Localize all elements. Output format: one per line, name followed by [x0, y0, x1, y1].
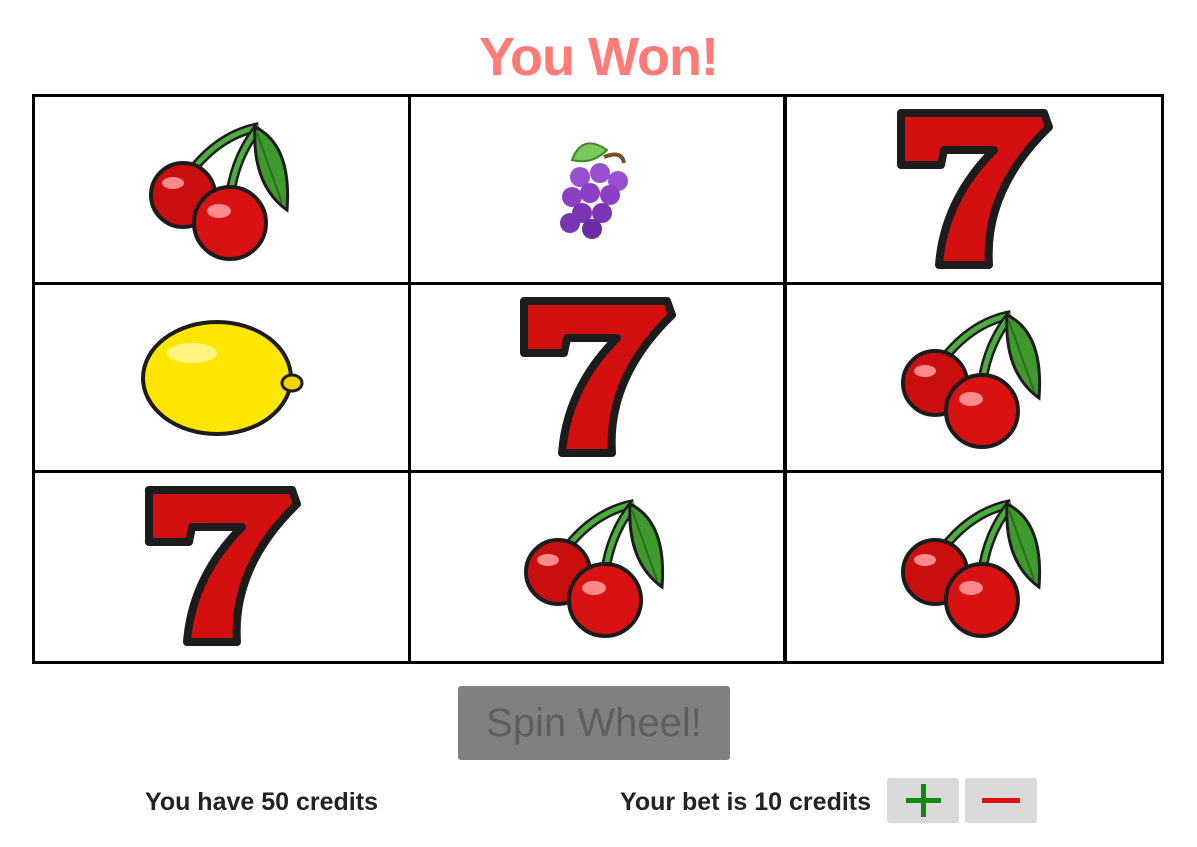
cherry-icon: [524, 499, 665, 638]
result-title: You Won!: [479, 27, 719, 87]
seven-icon: [520, 296, 676, 457]
spin-wheel-button[interactable]: Spin Wheel!: [458, 686, 730, 760]
cherry-icon: [901, 309, 1042, 449]
grapes-icon: [560, 141, 628, 239]
credits-display: You have 50 credits: [145, 788, 378, 816]
reel-cell-grapes: [408, 94, 786, 285]
reel-cell-seven: [784, 94, 1164, 285]
increase-bet-button[interactable]: [887, 778, 959, 823]
reel-cell-lemon: [32, 282, 411, 473]
reel-cell-seven: [32, 470, 411, 664]
bet-display: Your bet is 10 credits: [620, 788, 872, 816]
cherry-icon: [901, 499, 1042, 638]
cherry-icon: [148, 121, 289, 261]
plus-icon: [906, 784, 941, 817]
seven-icon: [897, 108, 1053, 269]
slot-reels-grid: [32, 94, 1164, 664]
reel-cell-cherry: [408, 470, 786, 664]
lemon-icon: [140, 319, 303, 436]
reel-cell-seven: [408, 282, 786, 473]
reel-cell-cherry: [32, 94, 411, 285]
seven-icon: [144, 486, 301, 646]
reel-cell-cherry: [784, 282, 1164, 473]
decrease-bet-button[interactable]: [965, 778, 1037, 823]
reel-cell-cherry: [784, 470, 1164, 664]
minus-icon: [982, 798, 1020, 803]
